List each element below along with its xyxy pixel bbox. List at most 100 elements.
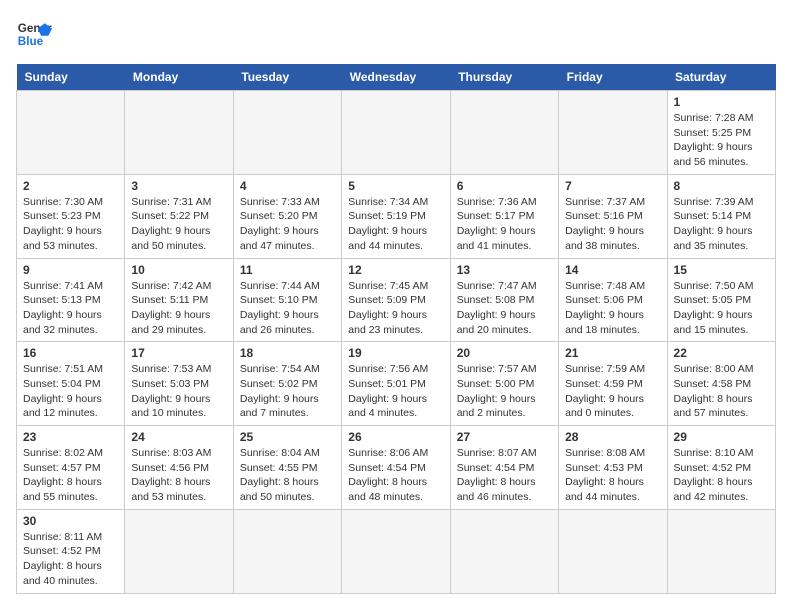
calendar-cell: 26 Sunrise: 8:06 AM Sunset: 4:54 PM Dayli… xyxy=(342,426,450,510)
day-number: 10 xyxy=(131,263,226,277)
day-number: 21 xyxy=(565,346,660,360)
day-number: 14 xyxy=(565,263,660,277)
day-info: Sunrise: 7:31 AM Sunset: 5:22 PM Dayligh… xyxy=(131,195,226,254)
day-info: Sunrise: 8:08 AM Sunset: 4:53 PM Dayligh… xyxy=(565,446,660,505)
day-info: Sunrise: 8:07 AM Sunset: 4:54 PM Dayligh… xyxy=(457,446,552,505)
calendar-cell: 11Sunrise: 7:44 AM Sunset: 5:10 PM Dayli… xyxy=(233,258,341,342)
day-number: 29 xyxy=(674,430,769,444)
day-info: Sunrise: 8:02 AM Sunset: 4:57 PM Dayligh… xyxy=(23,446,118,505)
calendar-cell xyxy=(233,509,341,593)
calendar-cell: 8 Sunrise: 7:39 AM Sunset: 5:14 PM Daylig… xyxy=(667,174,775,258)
day-info: Sunrise: 7:48 AM Sunset: 5:06 PM Dayligh… xyxy=(565,279,660,338)
day-number: 8 xyxy=(674,179,769,193)
calendar-cell xyxy=(667,509,775,593)
calendar-week-4: 16 Sunrise: 7:51 AM Sunset: 5:04 PM Dayli… xyxy=(17,342,776,426)
day-info: Sunrise: 8:03 AM Sunset: 4:56 PM Dayligh… xyxy=(131,446,226,505)
day-info: Sunrise: 7:53 AM Sunset: 5:03 PM Dayligh… xyxy=(131,362,226,421)
calendar-cell: 24 Sunrise: 8:03 AM Sunset: 4:56 PM Dayli… xyxy=(125,426,233,510)
day-info: Sunrise: 7:59 AM Sunset: 4:59 PM Dayligh… xyxy=(565,362,660,421)
calendar-cell: 3Sunrise: 7:31 AM Sunset: 5:22 PM Daylig… xyxy=(125,174,233,258)
calendar-cell xyxy=(342,509,450,593)
calendar-cell: 12Sunrise: 7:45 AM Sunset: 5:09 PM Dayli… xyxy=(342,258,450,342)
weekday-header-thursday: Thursday xyxy=(450,64,558,91)
calendar-cell xyxy=(17,91,125,175)
day-number: 13 xyxy=(457,263,552,277)
logo: General Blue xyxy=(16,16,58,52)
calendar-cell: 15Sunrise: 7:50 AM Sunset: 5:05 PM Dayli… xyxy=(667,258,775,342)
calendar-cell: 7 Sunrise: 7:37 AM Sunset: 5:16 PM Daylig… xyxy=(559,174,667,258)
day-number: 9 xyxy=(23,263,118,277)
calendar-cell xyxy=(450,509,558,593)
calendar-cell: 20 Sunrise: 7:57 AM Sunset: 5:00 PM Dayli… xyxy=(450,342,558,426)
day-info: Sunrise: 7:34 AM Sunset: 5:19 PM Dayligh… xyxy=(348,195,443,254)
calendar-cell: 23 Sunrise: 8:02 AM Sunset: 4:57 PM Dayli… xyxy=(17,426,125,510)
day-info: Sunrise: 7:33 AM Sunset: 5:20 PM Dayligh… xyxy=(240,195,335,254)
day-info: Sunrise: 7:36 AM Sunset: 5:17 PM Dayligh… xyxy=(457,195,552,254)
calendar-cell: 30Sunrise: 8:11 AM Sunset: 4:52 PM Dayli… xyxy=(17,509,125,593)
logo-icon: General Blue xyxy=(16,16,52,52)
calendar-cell: 9Sunrise: 7:41 AM Sunset: 5:13 PM Daylig… xyxy=(17,258,125,342)
calendar-cell: 25 Sunrise: 8:04 AM Sunset: 4:55 PM Dayli… xyxy=(233,426,341,510)
weekday-header-tuesday: Tuesday xyxy=(233,64,341,91)
day-number: 23 xyxy=(23,430,118,444)
calendar-cell xyxy=(125,509,233,593)
day-info: Sunrise: 8:11 AM Sunset: 4:52 PM Dayligh… xyxy=(23,530,118,589)
day-info: Sunrise: 7:56 AM Sunset: 5:01 PM Dayligh… xyxy=(348,362,443,421)
day-info: Sunrise: 8:00 AM Sunset: 4:58 PM Dayligh… xyxy=(674,362,769,421)
calendar-cell xyxy=(233,91,341,175)
day-number: 2 xyxy=(23,179,118,193)
day-info: Sunrise: 7:50 AM Sunset: 5:05 PM Dayligh… xyxy=(674,279,769,338)
calendar-week-1: 1Sunrise: 7:28 AM Sunset: 5:25 PM Daylig… xyxy=(17,91,776,175)
day-info: Sunrise: 8:04 AM Sunset: 4:55 PM Dayligh… xyxy=(240,446,335,505)
calendar-cell: 10Sunrise: 7:42 AM Sunset: 5:11 PM Dayli… xyxy=(125,258,233,342)
day-info: Sunrise: 7:39 AM Sunset: 5:14 PM Dayligh… xyxy=(674,195,769,254)
page-header: General Blue xyxy=(16,16,776,52)
day-info: Sunrise: 7:37 AM Sunset: 5:16 PM Dayligh… xyxy=(565,195,660,254)
calendar-cell: 2 Sunrise: 7:30 AM Sunset: 5:23 PM Daylig… xyxy=(17,174,125,258)
weekday-header-saturday: Saturday xyxy=(667,64,775,91)
calendar-cell: 6 Sunrise: 7:36 AM Sunset: 5:17 PM Daylig… xyxy=(450,174,558,258)
calendar-week-5: 23 Sunrise: 8:02 AM Sunset: 4:57 PM Dayli… xyxy=(17,426,776,510)
calendar-cell: 13Sunrise: 7:47 AM Sunset: 5:08 PM Dayli… xyxy=(450,258,558,342)
day-number: 11 xyxy=(240,263,335,277)
day-number: 22 xyxy=(674,346,769,360)
day-number: 18 xyxy=(240,346,335,360)
day-number: 7 xyxy=(565,179,660,193)
calendar-cell: 22 Sunrise: 8:00 AM Sunset: 4:58 PM Dayli… xyxy=(667,342,775,426)
weekday-header-row: SundayMondayTuesdayWednesdayThursdayFrid… xyxy=(17,64,776,91)
calendar-cell: 21 Sunrise: 7:59 AM Sunset: 4:59 PM Dayli… xyxy=(559,342,667,426)
calendar-cell: 28 Sunrise: 8:08 AM Sunset: 4:53 PM Dayli… xyxy=(559,426,667,510)
day-info: Sunrise: 7:28 AM Sunset: 5:25 PM Dayligh… xyxy=(674,111,769,170)
day-number: 16 xyxy=(23,346,118,360)
day-number: 26 xyxy=(348,430,443,444)
weekday-header-monday: Monday xyxy=(125,64,233,91)
calendar-cell: 1Sunrise: 7:28 AM Sunset: 5:25 PM Daylig… xyxy=(667,91,775,175)
day-info: Sunrise: 7:30 AM Sunset: 5:23 PM Dayligh… xyxy=(23,195,118,254)
day-info: Sunrise: 8:10 AM Sunset: 4:52 PM Dayligh… xyxy=(674,446,769,505)
day-number: 24 xyxy=(131,430,226,444)
calendar-cell xyxy=(450,91,558,175)
calendar-week-6: 30Sunrise: 8:11 AM Sunset: 4:52 PM Dayli… xyxy=(17,509,776,593)
day-info: Sunrise: 8:06 AM Sunset: 4:54 PM Dayligh… xyxy=(348,446,443,505)
day-number: 20 xyxy=(457,346,552,360)
weekday-header-friday: Friday xyxy=(559,64,667,91)
day-info: Sunrise: 7:51 AM Sunset: 5:04 PM Dayligh… xyxy=(23,362,118,421)
day-info: Sunrise: 7:54 AM Sunset: 5:02 PM Dayligh… xyxy=(240,362,335,421)
calendar-cell xyxy=(559,509,667,593)
calendar-cell: 5Sunrise: 7:34 AM Sunset: 5:19 PM Daylig… xyxy=(342,174,450,258)
day-number: 6 xyxy=(457,179,552,193)
weekday-header-wednesday: Wednesday xyxy=(342,64,450,91)
day-number: 19 xyxy=(348,346,443,360)
calendar-cell xyxy=(559,91,667,175)
calendar-cell xyxy=(125,91,233,175)
calendar-cell: 27Sunrise: 8:07 AM Sunset: 4:54 PM Dayli… xyxy=(450,426,558,510)
day-info: Sunrise: 7:57 AM Sunset: 5:00 PM Dayligh… xyxy=(457,362,552,421)
day-number: 28 xyxy=(565,430,660,444)
day-number: 25 xyxy=(240,430,335,444)
calendar-cell: 16 Sunrise: 7:51 AM Sunset: 5:04 PM Dayli… xyxy=(17,342,125,426)
calendar-week-3: 9Sunrise: 7:41 AM Sunset: 5:13 PM Daylig… xyxy=(17,258,776,342)
weekday-header-sunday: Sunday xyxy=(17,64,125,91)
calendar-week-2: 2 Sunrise: 7:30 AM Sunset: 5:23 PM Daylig… xyxy=(17,174,776,258)
calendar-cell: 29 Sunrise: 8:10 AM Sunset: 4:52 PM Dayli… xyxy=(667,426,775,510)
svg-text:Blue: Blue xyxy=(18,35,44,48)
